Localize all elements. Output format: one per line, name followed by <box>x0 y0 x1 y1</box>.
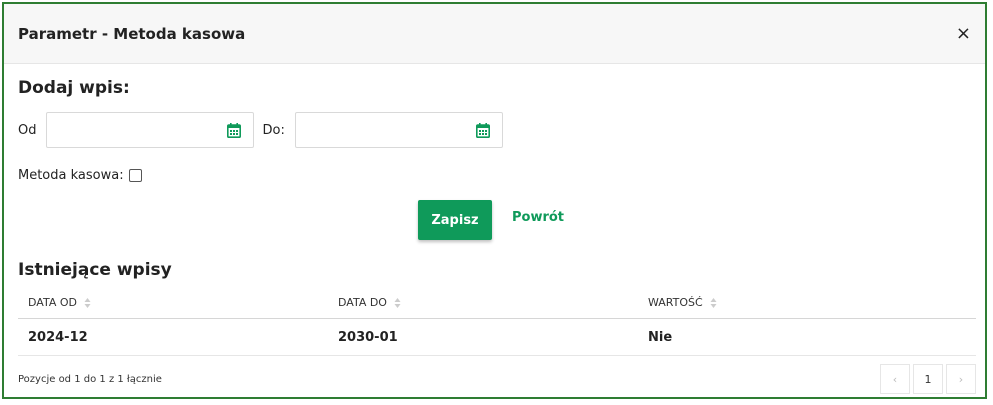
pagination: ‹ 1 › <box>880 364 976 394</box>
existing-entries-heading: Istniejące wpisy <box>18 260 172 280</box>
cash-method-checkbox[interactable] <box>128 169 142 182</box>
from-date-input[interactable] <box>46 112 255 148</box>
calendar-icon[interactable] <box>475 123 490 138</box>
page-1-button[interactable]: 1 <box>913 364 943 394</box>
cell-date-to: 2030-01 <box>328 318 638 356</box>
column-header-value[interactable]: WARTOŚĆ <box>638 286 976 319</box>
to-date-input[interactable] <box>294 112 503 148</box>
sort-icon[interactable] <box>394 297 401 309</box>
cell-value: Nie <box>638 318 976 356</box>
close-icon[interactable]: × <box>956 24 971 43</box>
next-page-button[interactable]: › <box>946 364 976 394</box>
cash-method-label: Metoda kasowa: <box>18 168 124 183</box>
table-row: 2024-12 2030-01 Nie <box>18 318 976 356</box>
calendar-icon[interactable] <box>227 123 242 138</box>
modal-header: Parametr - Metoda kasowa × <box>4 4 985 64</box>
add-entry-heading: Dodaj wpis: <box>18 78 130 98</box>
to-label: Do: <box>262 122 285 138</box>
column-header-date-to[interactable]: DATA DO <box>328 286 638 319</box>
pagination-summary: Pozycje od 1 do 1 z 1 łącznie <box>18 373 162 385</box>
from-label: Od <box>18 122 37 138</box>
modal-title: Parametr - Metoda kasowa <box>18 24 246 43</box>
back-link[interactable]: Powrót <box>512 210 564 225</box>
save-button[interactable]: Zapisz <box>418 200 492 240</box>
table-header-row: DATA OD DATA DO WARTOŚĆ <box>18 286 976 319</box>
prev-page-button[interactable]: ‹ <box>880 364 910 394</box>
date-range-row: Od Do: <box>18 112 503 148</box>
table-footer: Pozycje od 1 do 1 z 1 łącznie ‹ 1 › <box>18 364 976 394</box>
modal-dialog: Parametr - Metoda kasowa × Dodaj wpis: O… <box>2 2 987 399</box>
sort-icon[interactable] <box>710 297 717 309</box>
cash-method-row: Metoda kasowa: <box>18 168 142 183</box>
sort-icon[interactable] <box>84 297 91 309</box>
column-header-date-from[interactable]: DATA OD <box>18 286 328 319</box>
entries-table: DATA OD DATA DO WARTOŚĆ 2024-12 2030-01 … <box>18 286 976 356</box>
cell-date-from: 2024-12 <box>18 318 328 356</box>
